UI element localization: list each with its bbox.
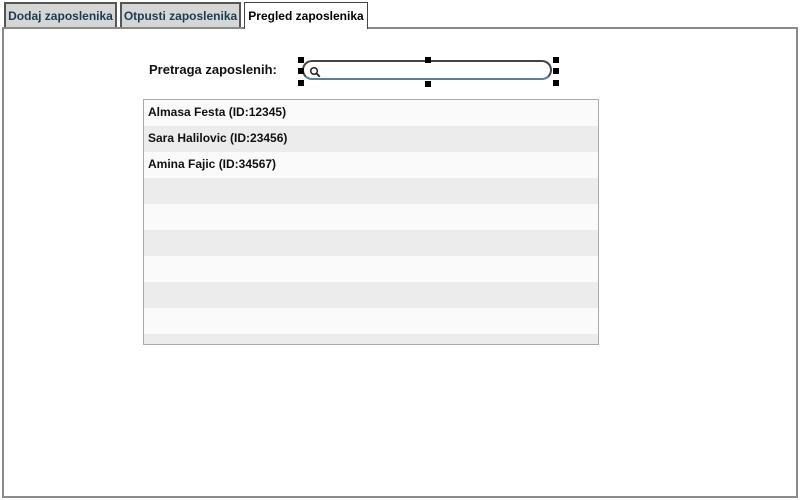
search-field-wrapper	[298, 57, 559, 87]
search-input[interactable]	[302, 60, 552, 80]
tab-bar: Dodaj zaposlenika Otpusti zaposlenika Pr…	[0, 0, 800, 29]
tab-otpusti-zaposlenika[interactable]: Otpusti zaposlenika	[120, 2, 241, 27]
tab-label: Dodaj zaposlenika	[8, 8, 113, 23]
tab-label: Pregled zaposlenika	[248, 9, 364, 23]
tab-pregled-zaposlenika[interactable]: Pregled zaposlenika	[244, 2, 368, 29]
list-item-empty[interactable]	[144, 256, 598, 282]
list-item-empty[interactable]	[144, 334, 598, 344]
list-item-empty[interactable]	[144, 204, 598, 230]
selection-handle[interactable]	[553, 68, 559, 74]
selection-handle[interactable]	[425, 81, 431, 87]
list-item-empty[interactable]	[144, 178, 598, 204]
list-item-empty[interactable]	[144, 230, 598, 256]
tab-label: Otpusti zaposlenika	[123, 8, 238, 23]
search-label: Pretraga zaposlenih:	[149, 62, 277, 77]
selection-handle[interactable]	[553, 80, 559, 86]
search-icon	[309, 66, 321, 78]
employee-list[interactable]: Almasa Festa (ID:12345) Sara Halilovic (…	[143, 99, 599, 345]
list-item-empty[interactable]	[144, 282, 598, 308]
list-item[interactable]: Sara Halilovic (ID:23456)	[144, 126, 598, 152]
selection-handle[interactable]	[298, 80, 304, 86]
tab-dodaj-zaposlenika[interactable]: Dodaj zaposlenika	[4, 2, 117, 27]
list-item[interactable]: Amina Fajic (ID:34567)	[144, 152, 598, 178]
selection-handle[interactable]	[298, 68, 304, 74]
selection-handle[interactable]	[425, 57, 431, 63]
list-item-empty[interactable]	[144, 308, 598, 334]
list-item[interactable]: Almasa Festa (ID:12345)	[144, 100, 598, 126]
selection-handle[interactable]	[553, 57, 559, 63]
selection-handle[interactable]	[298, 57, 304, 63]
